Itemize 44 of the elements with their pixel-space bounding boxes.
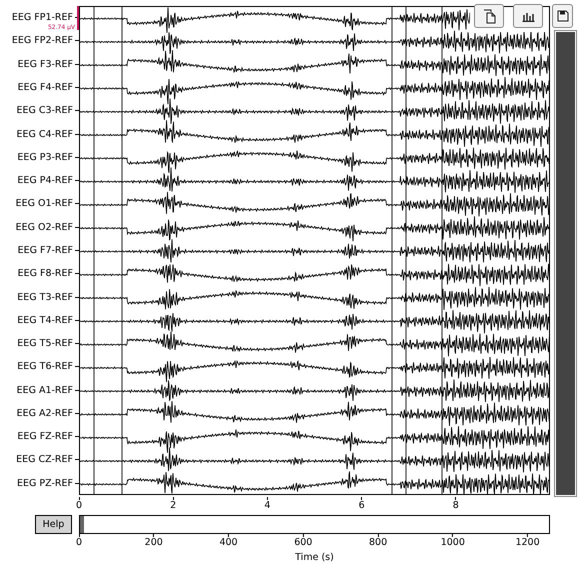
- axis-title: Time (s): [295, 552, 334, 563]
- tick-label: 1200: [515, 537, 540, 548]
- channel-label: EEG O2-REF: [16, 222, 73, 233]
- channel-label: EEG FP1-REF: [12, 12, 73, 24]
- channel-label: EEG T4-REF: [17, 314, 73, 326]
- tick-label: 0: [76, 537, 82, 548]
- channel-label: EEG T3-REF: [17, 292, 73, 303]
- tick-label: 1000: [440, 537, 465, 548]
- tick-label: 800: [368, 537, 388, 548]
- channel-label: EEG C3-REF: [16, 105, 73, 116]
- scrollbar-thumb[interactable]: [80, 516, 84, 533]
- channel-label: EEG A2-REF: [16, 408, 73, 419]
- bar-chart-icon: [522, 10, 534, 22]
- channel-label: EEG P3-REF: [17, 152, 73, 163]
- channel-label: EEG CZ-REF: [16, 454, 73, 466]
- toolbar-button[interactable]: [513, 4, 543, 28]
- toolbar-button[interactable]: [552, 4, 573, 28]
- tick-label: 0: [76, 500, 82, 511]
- channel-label: EEG P4-REF: [17, 175, 73, 186]
- tick-label: 4: [264, 500, 270, 511]
- channel-label: EEG A1-REF: [16, 384, 73, 396]
- channel-label: EEG FP2-REF: [12, 35, 73, 46]
- channel-label: EEG F4-REF: [18, 82, 73, 93]
- tick-label: 8: [452, 500, 459, 511]
- tick-label: 600: [294, 537, 312, 548]
- channel-label: EEG PZ-REF: [17, 478, 73, 489]
- channel-label: EEG C4-REF: [16, 128, 73, 140]
- channel-label: EEG F8-REF: [18, 268, 73, 280]
- channel-label: EEG T5-REF: [17, 338, 73, 350]
- save-icon: [556, 10, 568, 22]
- channel-label: EEG FZ-REF: [17, 431, 73, 442]
- channel-label: EEG O1-REF: [16, 198, 73, 210]
- tick-label: 6: [358, 500, 365, 511]
- scale-bar: [77, 6, 79, 30]
- help-button[interactable]: Help: [35, 515, 72, 534]
- channel-label: EEG T6-REF: [17, 361, 73, 372]
- tick-label: 400: [219, 537, 238, 548]
- overview-scrollbar[interactable]: [79, 515, 550, 534]
- copy-icon: [482, 8, 496, 24]
- tick-label: 2: [170, 500, 176, 511]
- channel-label: EEG F3-REF: [18, 58, 73, 70]
- toolbar-button[interactable]: [474, 4, 504, 28]
- tick-label: 200: [144, 537, 163, 548]
- channel-label: EEG F7-REF: [18, 244, 73, 256]
